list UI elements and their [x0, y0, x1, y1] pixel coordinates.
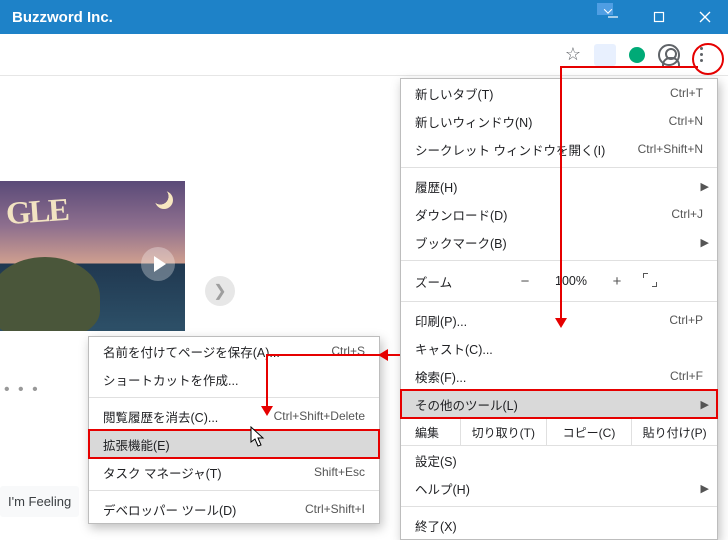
edit-label: 編集: [401, 419, 461, 445]
menu-separator: [89, 490, 379, 491]
close-button[interactable]: [682, 0, 728, 34]
annotation-arrow-corner: [560, 66, 698, 68]
menu-item-new-tab[interactable]: 新しいタブ(T) Ctrl+T: [401, 79, 717, 107]
extension-icon-1[interactable]: [594, 44, 616, 66]
annotation-arrow-down-2: [266, 354, 268, 414]
fullscreen-icon: [643, 273, 657, 287]
menu-separator: [89, 397, 379, 398]
menu-item-bookmarks[interactable]: ブックマーク(B) ▶: [401, 228, 717, 256]
edit-copy-button[interactable]: コピー(C): [547, 419, 633, 445]
extension-icon-2[interactable]: [626, 44, 648, 66]
chevron-right-icon: ▶: [701, 398, 709, 411]
edit-paste-button[interactable]: 貼り付け(P): [632, 419, 717, 445]
maximize-button[interactable]: [636, 0, 682, 34]
submenu-item-extensions[interactable]: 拡張機能(E): [89, 430, 379, 458]
menu-item-incognito[interactable]: シークレット ウィンドウを開く(I) Ctrl+Shift+N: [401, 135, 717, 163]
more-tools-submenu: 名前を付けてページを保存(A)... Ctrl+S ショートカットを作成... …: [88, 336, 380, 524]
menu-separator: [401, 167, 717, 168]
edit-cut-button[interactable]: 切り取り(T): [461, 419, 547, 445]
submenu-item-create-shortcut[interactable]: ショートカットを作成...: [89, 365, 379, 393]
zoom-label: ズーム: [415, 272, 505, 291]
menu-item-help[interactable]: ヘルプ(H) ▶: [401, 474, 717, 502]
menu-item-settings[interactable]: 設定(S): [401, 446, 717, 474]
menu-separator: [401, 506, 717, 507]
chevron-right-icon: ▶: [701, 180, 709, 193]
menu-item-cast[interactable]: キャスト(C)...: [401, 334, 717, 362]
browser-toolbar: ☆: [0, 34, 728, 76]
annotation-arrow-down-1: [560, 66, 562, 326]
profile-icon[interactable]: [658, 44, 680, 66]
menu-separator: [401, 301, 717, 302]
chevron-right-icon: ▶: [701, 236, 709, 249]
doodle-image[interactable]: GLE: [0, 181, 185, 331]
submenu-item-task-manager[interactable]: タスク マネージャ(T) Shift+Esc: [89, 458, 379, 486]
menu-item-exit[interactable]: 終了(X): [401, 511, 717, 539]
menu-item-downloads[interactable]: ダウンロード(D) Ctrl+J: [401, 200, 717, 228]
chrome-main-menu: 新しいタブ(T) Ctrl+T 新しいウィンドウ(N) Ctrl+N シークレッ…: [400, 78, 718, 540]
submenu-item-save-as[interactable]: 名前を付けてページを保存(A)... Ctrl+S: [89, 337, 379, 365]
zoom-in-button[interactable]: +: [597, 273, 637, 290]
doodle-letters: GLE: [5, 191, 69, 232]
submenu-item-clear-browsing[interactable]: 閲覧履歴を消去(C)... Ctrl+Shift+Delete: [89, 402, 379, 430]
menu-item-new-window[interactable]: 新しいウィンドウ(N) Ctrl+N: [401, 107, 717, 135]
window-title: Buzzword Inc.: [12, 9, 113, 26]
chevron-right-icon: ▶: [701, 482, 709, 495]
menu-separator: [401, 260, 717, 261]
menu-item-more-tools[interactable]: その他のツール(L) ▶: [401, 390, 717, 418]
doodle-turtle: [0, 257, 100, 331]
kebab-menu-icon[interactable]: [690, 44, 712, 66]
menu-item-zoom: ズーム − 100% +: [401, 265, 717, 297]
play-icon[interactable]: [141, 247, 175, 281]
menu-item-history[interactable]: 履歴(H) ▶: [401, 172, 717, 200]
zoom-out-button[interactable]: −: [505, 273, 545, 290]
zoom-value: 100%: [545, 274, 597, 288]
menu-item-edit-row: 編集 切り取り(T) コピー(C) 貼り付け(P): [401, 418, 717, 446]
bookmark-star-icon[interactable]: ☆: [562, 44, 584, 66]
submenu-item-dev-tools[interactable]: デベロッパー ツール(D) Ctrl+Shift+I: [89, 495, 379, 523]
moon-icon: [155, 191, 173, 209]
doodle-next-button[interactable]: ❯: [205, 276, 235, 306]
fullscreen-button[interactable]: [637, 273, 663, 290]
annotation-line-h: [266, 354, 400, 356]
page-content: GLE ❯ • • • I'm Feeling 新しいタブ(T) Ctrl+T …: [0, 76, 728, 540]
menu-item-find[interactable]: 検索(F)... Ctrl+F: [401, 362, 717, 390]
feeling-lucky-button[interactable]: I'm Feeling: [0, 486, 79, 517]
window-titlebar: Buzzword Inc.: [0, 0, 728, 34]
ellipsis-text: • • •: [4, 381, 40, 399]
